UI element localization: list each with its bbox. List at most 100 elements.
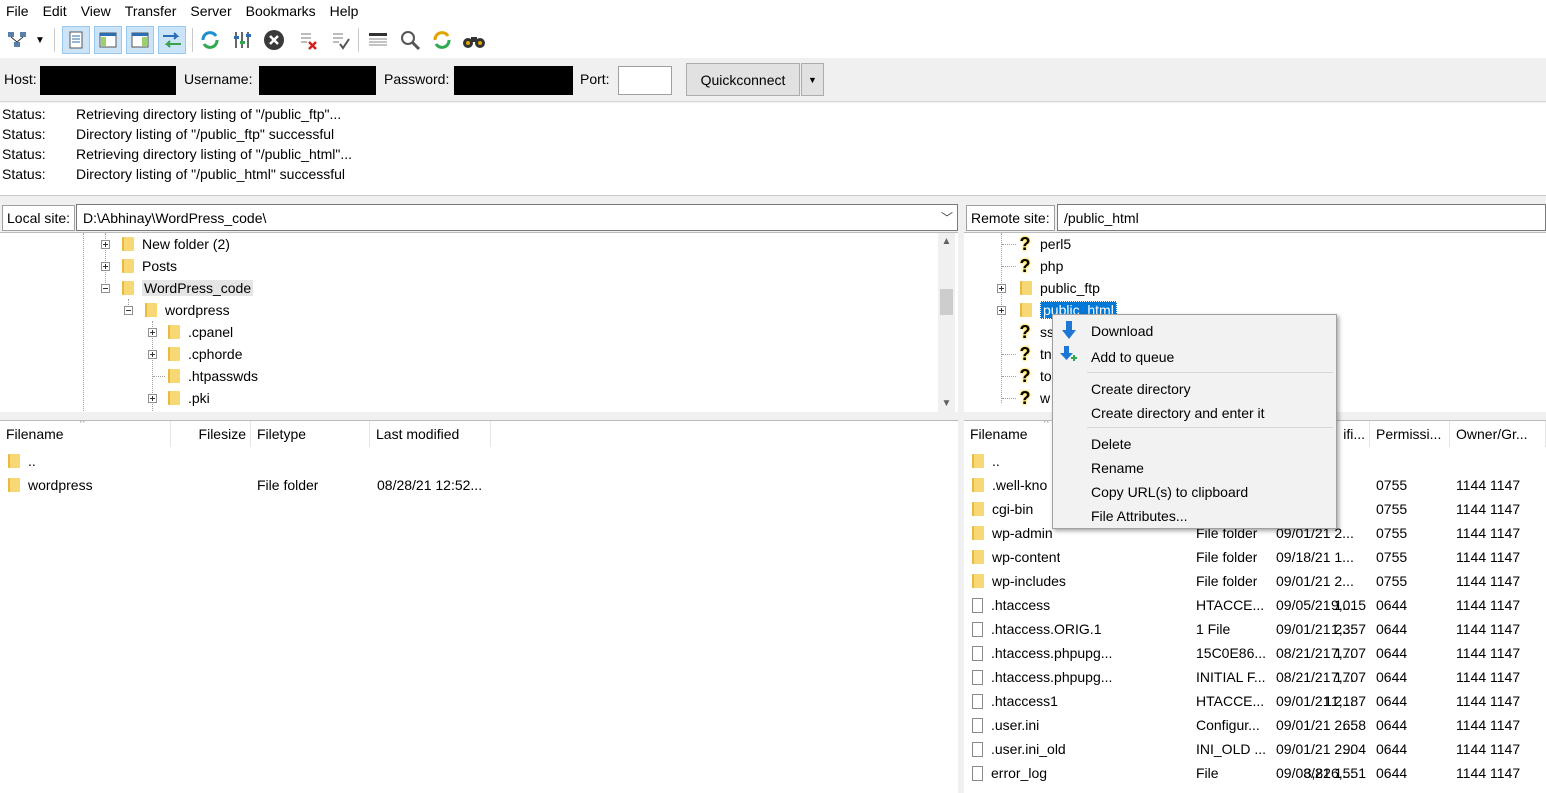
menu-bookmarks[interactable]: Bookmarks bbox=[246, 3, 316, 19]
expand-toggle[interactable] bbox=[148, 394, 157, 403]
find-files-icon[interactable] bbox=[460, 26, 488, 54]
tree-node[interactable]: ? ss bbox=[1018, 321, 1055, 343]
tree-node[interactable]: wordpress bbox=[145, 299, 230, 321]
scroll-up-icon[interactable]: ▲ bbox=[938, 233, 955, 250]
tree-node[interactable]: ? php bbox=[1018, 255, 1064, 277]
tree-node[interactable]: public_ftp bbox=[1018, 277, 1100, 299]
menu-file[interactable]: File bbox=[6, 3, 29, 19]
password-input[interactable] bbox=[454, 66, 573, 95]
menu-view[interactable]: View bbox=[81, 3, 111, 19]
table-row[interactable]: .htaccess.phpupg... 7,707 15C0E86... 08/21/… bbox=[964, 641, 1546, 665]
expand-toggle[interactable] bbox=[997, 306, 1006, 315]
collapse-toggle[interactable] bbox=[124, 306, 133, 315]
disconnect-icon[interactable] bbox=[294, 26, 322, 54]
menu-item-delete[interactable]: Delete bbox=[1091, 433, 1131, 455]
tree-node[interactable]: WordPress_code bbox=[122, 277, 254, 299]
table-row[interactable]: .. bbox=[0, 449, 958, 473]
tree-node[interactable]: ? w bbox=[1018, 387, 1051, 409]
table-row[interactable]: .htaccess1 11,187 HTACCE... 09/01/21 2... 06… bbox=[964, 689, 1546, 713]
filetype-cell: Configur... bbox=[1196, 717, 1260, 733]
tree-node[interactable]: New folder (2) bbox=[122, 233, 230, 255]
directory-compare-icon[interactable] bbox=[364, 26, 392, 54]
expand-toggle[interactable] bbox=[101, 240, 110, 249]
table-row[interactable]: .htaccess 9,015 HTACCE... 09/05/21 1... 0644… bbox=[964, 593, 1546, 617]
table-row[interactable]: wp-includes File folder 09/01/21 2... 0755 1… bbox=[964, 569, 1546, 593]
local-path-input[interactable]: D:\Abhinay\WordPress_code\ ﹀ bbox=[76, 204, 958, 231]
remote-tree-icon[interactable] bbox=[126, 26, 154, 54]
menu-item-download[interactable]: Download bbox=[1091, 320, 1153, 342]
menu-item-add-to-queue[interactable]: Add to queue bbox=[1091, 346, 1174, 368]
owner-cell: 1144 1147 bbox=[1456, 717, 1521, 733]
scrollbar-thumb[interactable] bbox=[940, 289, 953, 315]
quickconnect-button[interactable]: Quickconnect bbox=[686, 63, 800, 96]
local-tree-scrollbar[interactable]: ▲ ▼ bbox=[938, 233, 955, 412]
column-header-last-modified[interactable]: Last modified bbox=[370, 421, 491, 447]
menu-separator bbox=[1087, 372, 1333, 373]
filter-icon[interactable] bbox=[228, 26, 256, 54]
table-row[interactable]: .user.ini 658 Configur... 09/01/21 2... 0644… bbox=[964, 713, 1546, 737]
menu-edit[interactable]: Edit bbox=[43, 3, 67, 19]
table-row[interactable]: wordpress File folder 08/28/21 12:52... bbox=[0, 473, 958, 497]
tree-node-label: .htpasswds bbox=[188, 368, 259, 384]
tree-node[interactable]: ? tn bbox=[1018, 343, 1052, 365]
menu-item-create-directory-enter[interactable]: Create directory and enter it bbox=[1091, 402, 1265, 424]
username-input[interactable] bbox=[259, 66, 376, 95]
expand-toggle[interactable] bbox=[997, 284, 1006, 293]
toolbar-separator bbox=[358, 28, 359, 52]
column-header-permissions[interactable]: Permissi... bbox=[1370, 421, 1450, 447]
tree-line bbox=[153, 376, 165, 377]
tree-node[interactable]: ? perl5 bbox=[1018, 233, 1072, 255]
tree-node[interactable]: .htpasswds bbox=[168, 365, 258, 387]
tree-line bbox=[83, 233, 84, 412]
folder-icon bbox=[972, 550, 984, 564]
menu-item-create-directory[interactable]: Create directory bbox=[1091, 378, 1191, 400]
expand-toggle[interactable] bbox=[148, 350, 157, 359]
column-header-filetype[interactable]: Filetype bbox=[251, 421, 370, 447]
unknown-folder-icon: ? bbox=[1019, 255, 1031, 276]
remote-path-input[interactable]: /public_html bbox=[1057, 204, 1546, 231]
sync-browse-icon[interactable] bbox=[428, 26, 456, 54]
tree-node[interactable]: .cphorde bbox=[168, 343, 242, 365]
dropdown-icon[interactable]: ▼ bbox=[32, 26, 48, 54]
column-header-filename[interactable]: Filename ^ bbox=[0, 421, 171, 447]
expand-toggle[interactable] bbox=[101, 262, 110, 271]
column-header-filesize[interactable]: Filesize bbox=[171, 421, 251, 447]
permissions-cell: 0644 bbox=[1376, 741, 1408, 757]
chevron-down-icon[interactable]: ﹀ bbox=[941, 209, 953, 226]
unknown-folder-icon: ? bbox=[1019, 365, 1031, 386]
file-icon bbox=[972, 693, 983, 709]
tree-node[interactable]: .cpanel bbox=[168, 321, 233, 343]
local-tree-icon[interactable] bbox=[94, 26, 122, 54]
host-input[interactable] bbox=[40, 66, 176, 95]
refresh-icon[interactable] bbox=[196, 26, 224, 54]
table-row[interactable]: error_log 3,826,551 File 09/08/21 1... 0644 1… bbox=[964, 761, 1546, 785]
site-manager-icon[interactable] bbox=[4, 26, 32, 54]
tree-node[interactable]: .pki bbox=[168, 387, 210, 409]
table-row[interactable]: .user.ini_old 904 INI_OLD ... 09/01/21 2...… bbox=[964, 737, 1546, 761]
menu-transfer[interactable]: Transfer bbox=[125, 3, 177, 19]
menu-server[interactable]: Server bbox=[190, 3, 231, 19]
collapse-toggle[interactable] bbox=[101, 284, 110, 293]
port-input[interactable] bbox=[618, 66, 672, 95]
menu-item-file-attributes[interactable]: File Attributes... bbox=[1091, 505, 1187, 527]
tree-node[interactable]: Posts bbox=[122, 255, 177, 277]
search-icon[interactable] bbox=[396, 26, 424, 54]
owner-cell: 1144 1147 bbox=[1456, 741, 1521, 757]
scroll-down-icon[interactable]: ▼ bbox=[938, 395, 955, 412]
permissions-cell: 0644 bbox=[1376, 645, 1408, 661]
filetype-cell: File folder bbox=[257, 477, 319, 493]
table-row[interactable]: wp-content File folder 09/18/21 1... 0755 11… bbox=[964, 545, 1546, 569]
reconnect-icon[interactable] bbox=[326, 26, 354, 54]
message-log-icon[interactable] bbox=[62, 26, 90, 54]
menu-help[interactable]: Help bbox=[330, 3, 359, 19]
quickconnect-dropdown-button[interactable]: ▼ bbox=[801, 63, 824, 96]
table-row[interactable]: .htaccess.phpupg... 7,707 INITIAL F... 08/2… bbox=[964, 665, 1546, 689]
menu-item-copy-url[interactable]: Copy URL(s) to clipboard bbox=[1091, 481, 1248, 503]
table-row[interactable]: .htaccess.ORIG.1 1,357 1 File 09/01/21 2...… bbox=[964, 617, 1546, 641]
transfer-queue-icon[interactable] bbox=[158, 26, 186, 54]
expand-toggle[interactable] bbox=[148, 328, 157, 337]
menu-item-rename[interactable]: Rename bbox=[1091, 457, 1144, 479]
column-header-owner-group[interactable]: Owner/Gr... bbox=[1450, 421, 1546, 447]
cancel-icon[interactable] bbox=[260, 26, 288, 54]
tree-node[interactable]: ? to bbox=[1018, 365, 1052, 387]
